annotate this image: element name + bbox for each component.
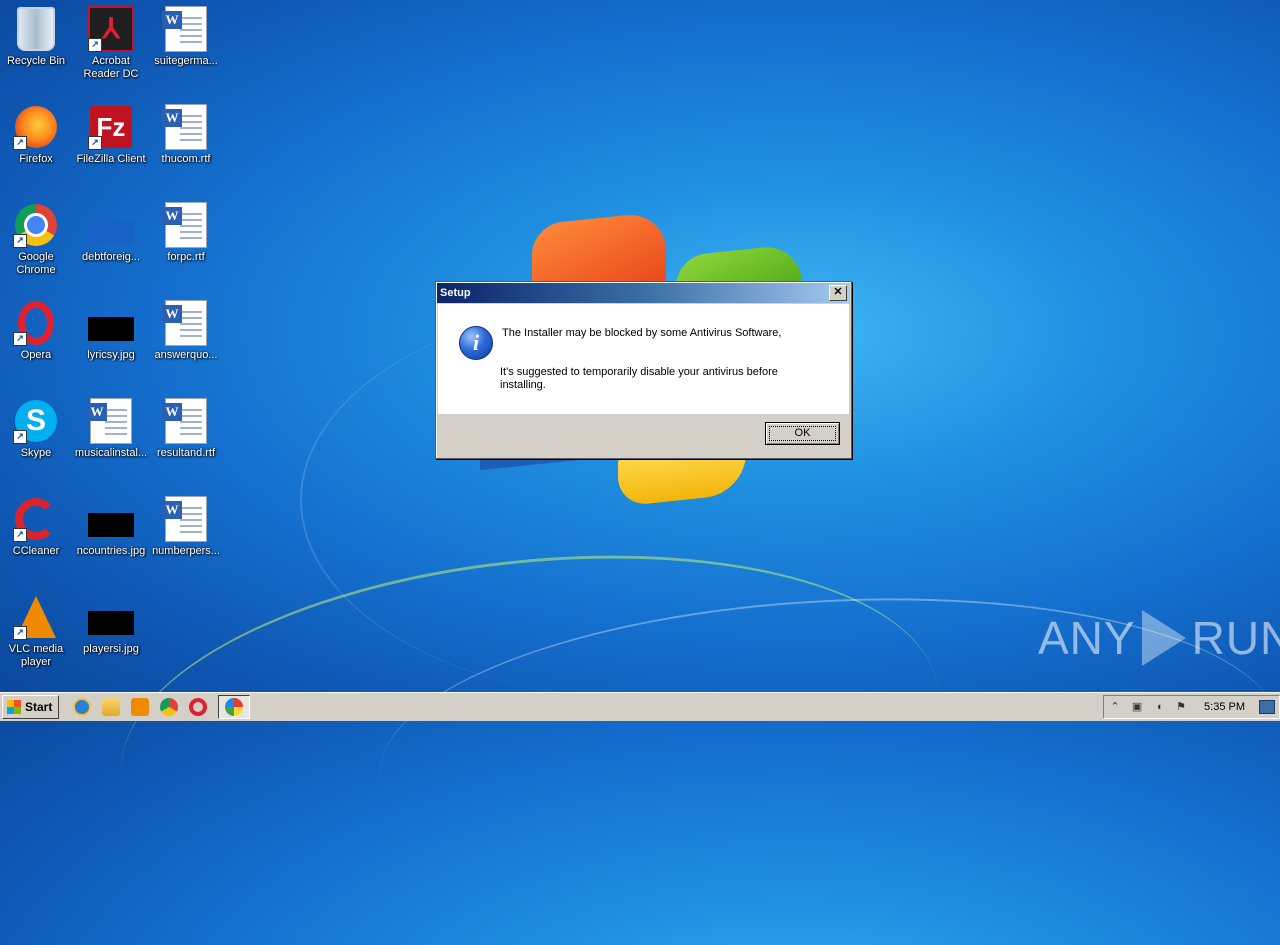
word-document-icon: W — [162, 398, 207, 444]
word-document-icon: W — [162, 104, 207, 150]
clock[interactable]: 5:35 PM — [1204, 701, 1245, 713]
volume-icon[interactable]: ◖ — [1152, 700, 1166, 714]
shortcut-arrow-icon: ↗ — [88, 38, 102, 52]
recycle-bin-icon — [17, 7, 55, 51]
desktop-icon-filezilla[interactable]: Fz ↗ FileZilla Client — [71, 104, 151, 166]
desktop-icon-answerquo[interactable]: W answerquo... — [146, 300, 226, 362]
word-document-icon: W — [162, 300, 207, 346]
dialog-title: Setup — [440, 287, 471, 299]
desktop-icon-forpc[interactable]: W forpc.rtf — [146, 202, 226, 264]
close-button[interactable]: ✕ — [829, 285, 847, 301]
taskbar-active-app[interactable] — [218, 695, 251, 719]
word-document-icon: W — [162, 6, 207, 52]
desktop-icon-thucom[interactable]: W thucom.rtf — [146, 104, 226, 166]
shortcut-arrow-icon: ↗ — [13, 430, 27, 444]
close-icon: ✕ — [833, 286, 843, 298]
shortcut-arrow-icon: ↗ — [13, 626, 27, 640]
desktop-icon-musicalinstal[interactable]: W musicalinstal... — [71, 398, 151, 460]
word-document-icon: W — [162, 496, 207, 542]
desktop-icon-recycle-bin[interactable]: Recycle Bin — [0, 6, 76, 68]
dialog-message-line2: It's suggested to temporarily disable yo… — [500, 366, 778, 391]
desktop-icon-playersi[interactable]: playersi.jpg — [71, 594, 151, 656]
image-thumbnail-icon — [88, 317, 134, 341]
quick-launch — [73, 695, 251, 719]
action-center-flag-icon[interactable]: ⚑ — [1174, 700, 1188, 714]
wallpaper-swirl — [104, 518, 956, 945]
desktop-icon-numberpers[interactable]: W numberpers... — [146, 496, 226, 558]
dialog-titlebar[interactable]: Setup ✕ — [437, 283, 850, 303]
show-desktop-button[interactable] — [1259, 700, 1275, 714]
shortcut-arrow-icon: ↗ — [13, 234, 27, 248]
desktop-icon-debtforeig[interactable]: debtforeig... — [71, 202, 151, 264]
shortcut-arrow-icon: ↗ — [13, 136, 27, 150]
image-thumbnail-icon — [88, 611, 134, 635]
folder-icon[interactable] — [102, 698, 121, 716]
media-player-icon[interactable] — [131, 698, 150, 716]
setup-dialog: Setup ✕ i The Installer may be blocked b… — [435, 281, 852, 459]
start-label: Start — [25, 700, 53, 714]
desktop-icon-ncountries[interactable]: ncountries.jpg — [71, 496, 151, 558]
shortcut-arrow-icon: ↗ — [88, 136, 102, 150]
desktop-icon-skype[interactable]: S ↗ Skype — [0, 398, 76, 460]
watermark-text-right: RUN — [1191, 612, 1280, 664]
system-tray: ⌃ ▣ ◖ ⚑ 5:35 PM — [1103, 695, 1280, 719]
ie-icon[interactable] — [73, 698, 92, 716]
desktop-icon-resultand[interactable]: W resultand.rtf — [146, 398, 226, 460]
windows-flag-icon — [7, 700, 21, 714]
dialog-body: i The Installer may be blocked by some A… — [438, 304, 849, 414]
watermark-text-left: ANY — [1038, 612, 1136, 664]
tray-expand-icon[interactable]: ⌃ — [1108, 700, 1122, 714]
word-document-icon: W — [87, 398, 132, 444]
desktop-icon-opera[interactable]: ↗ Opera — [0, 300, 76, 362]
desktop-icon-ccleaner[interactable]: ↗ CCleaner — [0, 496, 76, 558]
taskbar: Start ⌃ ▣ ◖ ⚑ 5:35 PM — [0, 692, 1280, 721]
image-thumbnail-icon — [88, 513, 134, 537]
chrome-icon[interactable] — [160, 698, 179, 716]
desktop-icon-lyricsy[interactable]: lyricsy.jpg — [71, 300, 151, 362]
play-icon — [1141, 610, 1186, 666]
info-icon: i — [459, 326, 493, 360]
desktop-icon-suitegerma[interactable]: W suitegerma... — [146, 6, 226, 68]
shortcut-arrow-icon: ↗ — [13, 528, 27, 542]
opera-icon[interactable] — [189, 698, 208, 716]
dialog-message-line1: The Installer may be blocked by some Ant… — [502, 327, 782, 339]
desktop-icon-firefox[interactable]: ↗ Firefox — [0, 104, 76, 166]
start-button[interactable]: Start — [2, 695, 60, 719]
word-document-icon: W — [162, 202, 207, 248]
colorful-app-icon — [225, 698, 244, 716]
ok-button[interactable]: OK — [765, 422, 840, 445]
network-icon[interactable]: ▣ — [1130, 700, 1144, 714]
desktop-icon-google-chrome[interactable]: ↗ Google Chrome — [0, 202, 76, 277]
desktop-icon-vlc[interactable]: ↗ VLC media player — [0, 594, 76, 669]
file-thumbnail-icon — [88, 221, 134, 243]
shortcut-arrow-icon: ↗ — [13, 332, 27, 346]
anyrun-watermark: ANY RUN — [1038, 610, 1280, 666]
desktop-icon-acrobat[interactable]: ⅄ ↗ Acrobat Reader DC — [71, 6, 151, 81]
